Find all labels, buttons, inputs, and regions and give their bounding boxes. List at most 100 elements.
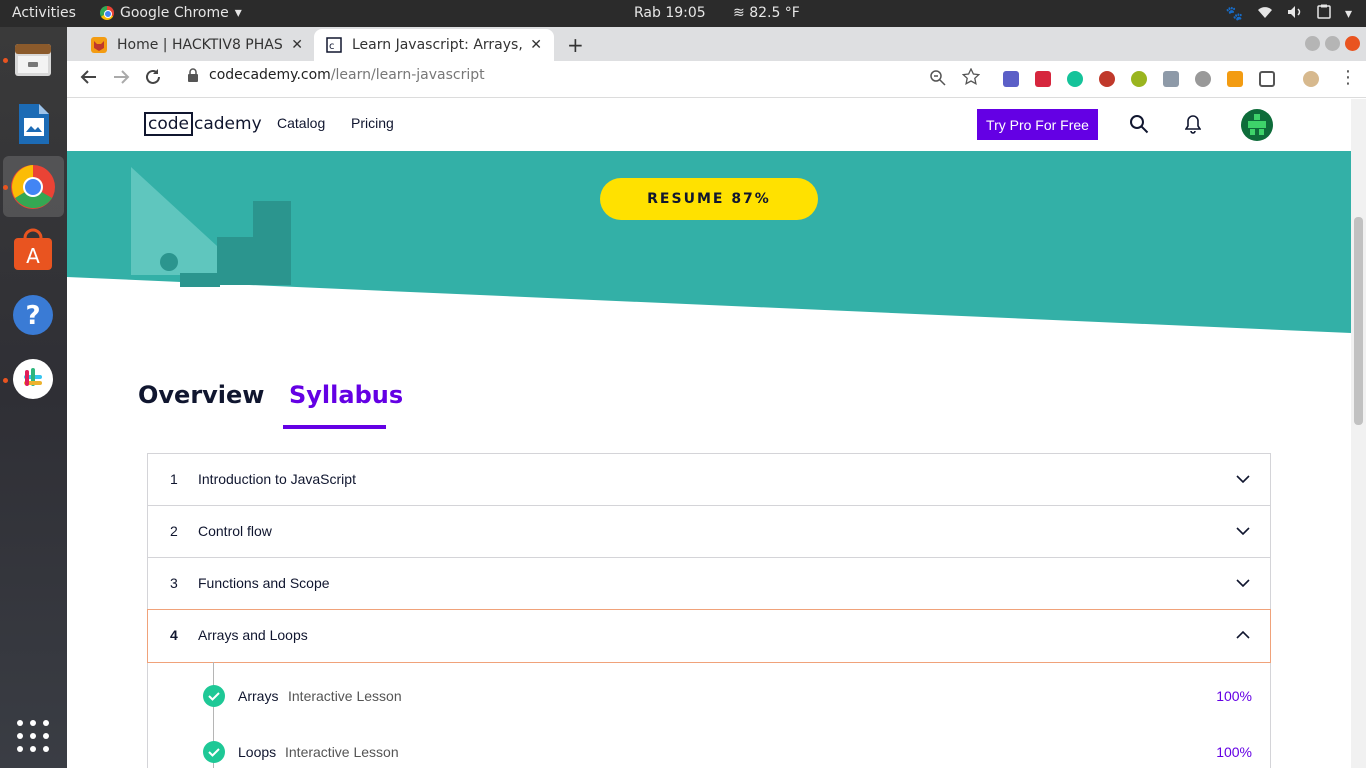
lesson-item[interactable]: Loops Interactive Lesson 100% <box>148 733 1270 768</box>
back-icon[interactable] <box>80 68 98 91</box>
app-menu[interactable]: Google Chrome ▾ <box>100 5 242 21</box>
extension-circle-icon[interactable] <box>1195 71 1211 87</box>
site-header: code cademy Catalog Pricing Try Pro For … <box>67 99 1351 151</box>
lesson-progress: 100% <box>1216 688 1252 704</box>
clipboard-icon[interactable] <box>1317 4 1331 23</box>
logo-boxed-text: code <box>144 112 193 136</box>
close-window-icon[interactable] <box>1345 36 1360 51</box>
lesson-item[interactable]: Arrays Interactive Lesson 100% <box>148 677 1270 717</box>
url-domain: codecademy.com <box>209 67 331 83</box>
extension-bulb-icon[interactable] <box>1131 71 1147 87</box>
slack-app-icon[interactable] <box>10 356 56 402</box>
files-app-icon[interactable] <box>10 37 56 83</box>
running-indicator <box>3 185 8 190</box>
system-tray[interactable]: 🐾 ▾ <box>1226 4 1352 23</box>
search-icon[interactable] <box>1129 114 1149 138</box>
module-number: 3 <box>170 575 178 591</box>
module-row[interactable]: 2 Control flow <box>148 506 1270 558</box>
paw-icon[interactable]: 🐾 <box>1226 6 1243 22</box>
wifi-icon[interactable] <box>1257 5 1273 23</box>
pocket-icon[interactable] <box>1259 71 1275 87</box>
page-scrollbar[interactable] <box>1351 99 1366 768</box>
bell-icon[interactable] <box>1184 114 1202 138</box>
chrome-menu-icon[interactable]: ⋮ <box>1339 67 1357 88</box>
svg-text:A: A <box>26 244 40 268</box>
forward-icon[interactable] <box>112 68 130 91</box>
lesson-name: Loops <box>238 744 277 760</box>
module-name: Introduction to JavaScript <box>198 471 356 487</box>
nav-pricing[interactable]: Pricing <box>351 115 394 131</box>
chrome-app-icon[interactable] <box>10 164 56 210</box>
lock-icon <box>188 68 198 82</box>
clock[interactable]: Rab 19:05 <box>634 5 706 21</box>
minimize-window-icon[interactable] <box>1305 36 1320 51</box>
logo-rest-text: cademy <box>194 114 262 134</box>
activities-button[interactable]: Activities <box>12 5 76 21</box>
running-indicator <box>3 58 8 63</box>
module-name: Arrays and Loops <box>198 627 308 643</box>
chevron-down-icon[interactable] <box>1236 574 1250 590</box>
lesson-type: Interactive Lesson <box>285 744 399 760</box>
chrome-icon <box>100 6 114 20</box>
svg-text:c: c <box>329 41 335 52</box>
new-tab-icon[interactable]: + <box>567 33 584 57</box>
browser-tab-codecademy[interactable]: c Learn Javascript: Arrays, L ✕ <box>314 29 554 61</box>
user-avatar[interactable] <box>1241 109 1273 141</box>
lesson-name: Arrays <box>238 688 279 704</box>
zoom-icon[interactable] <box>930 70 946 91</box>
codecademy-logo[interactable]: code cademy <box>144 112 262 136</box>
extension-image-icon[interactable] <box>1163 71 1179 87</box>
reload-icon[interactable] <box>144 68 162 91</box>
module-row[interactable]: 1 Introduction to JavaScript <box>148 454 1270 506</box>
weather-label: 82.5 °F <box>749 5 800 21</box>
active-tab-indicator <box>283 425 386 429</box>
maximize-window-icon[interactable] <box>1325 36 1340 51</box>
module-row-expanded[interactable]: 4 Arrays and Loops <box>147 609 1271 663</box>
address-bar[interactable]: codecademy.com/learn/learn-javascript <box>187 67 485 83</box>
profile-avatar-icon[interactable] <box>1303 71 1319 87</box>
lesson-progress: 100% <box>1216 744 1252 760</box>
close-tab-icon[interactable]: ✕ <box>291 37 303 53</box>
resume-button[interactable]: RESUME 87% <box>600 178 818 220</box>
writer-app-icon[interactable] <box>10 101 56 147</box>
tab-overview[interactable]: Overview <box>138 381 264 409</box>
url-path: /learn/learn-javascript <box>330 67 485 83</box>
caret-down-icon: ▾ <box>234 5 242 21</box>
try-pro-button[interactable]: Try Pro For Free <box>977 109 1098 140</box>
page-viewport: code cademy Catalog Pricing Try Pro For … <box>67 99 1351 768</box>
chevron-down-icon[interactable] <box>1236 522 1250 538</box>
chevron-down-icon[interactable] <box>1236 470 1250 486</box>
lesson-type: Interactive Lesson <box>288 688 402 704</box>
nav-catalog[interactable]: Catalog <box>277 115 325 131</box>
browser-tab-hacktiv8[interactable]: Home | HACKTIV8 PHASE ✕ <box>79 29 315 61</box>
bookmark-star-icon[interactable] <box>961 67 981 91</box>
running-indicator <box>3 378 8 383</box>
module-row[interactable]: 3 Functions and Scope <box>148 558 1270 610</box>
power-menu-caret-icon[interactable]: ▾ <box>1345 6 1352 22</box>
extension-s-icon[interactable] <box>1003 71 1019 87</box>
hero-banner: RESUME 87% <box>67 151 1351 341</box>
module-number: 2 <box>170 523 178 539</box>
browser-toolbar: codecademy.com/learn/learn-javascript ⋮ <box>67 61 1366 98</box>
software-center-icon[interactable]: A <box>10 227 56 273</box>
chevron-up-icon[interactable] <box>1236 626 1250 642</box>
app-menu-label: Google Chrome <box>120 5 229 21</box>
check-icon <box>203 741 225 763</box>
module-number: 1 <box>170 471 178 487</box>
grammarly-icon[interactable] <box>1067 71 1083 87</box>
volume-icon[interactable] <box>1287 5 1303 23</box>
module-name: Control flow <box>198 523 272 539</box>
extension-video-icon[interactable] <box>1035 71 1051 87</box>
show-applications-icon[interactable] <box>17 720 49 752</box>
dock: A ? <box>0 27 67 768</box>
extension-key-icon[interactable] <box>1227 71 1243 87</box>
module-name: Functions and Scope <box>198 575 330 591</box>
adblock-icon[interactable] <box>1099 71 1115 87</box>
fox-favicon-icon <box>91 37 107 53</box>
weather-indicator[interactable]: ≋ 82.5 °F <box>733 5 800 21</box>
help-app-icon[interactable]: ? <box>10 292 56 338</box>
close-tab-icon[interactable]: ✕ <box>530 37 542 53</box>
browser-tab-strip: Home | HACKTIV8 PHASE ✕ c Learn Javascri… <box>67 27 1366 61</box>
scrollbar-thumb[interactable] <box>1354 217 1363 425</box>
tab-syllabus[interactable]: Syllabus <box>289 381 403 409</box>
